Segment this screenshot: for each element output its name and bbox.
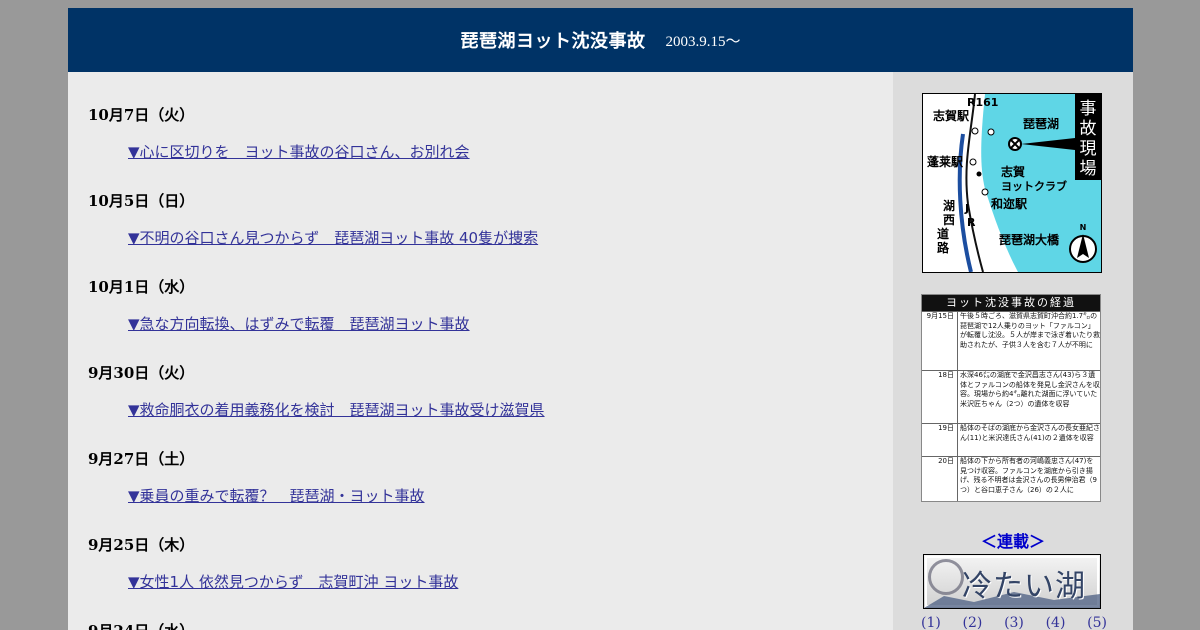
map-label-lake: 琵琶湖 [1023, 116, 1059, 131]
article-list: 10月7日（火） ▼心に区切りを ヨット事故の谷口さん、お別れ会 10月5日（日… [68, 72, 893, 630]
map-label-shiga: 志賀駅 [933, 108, 970, 123]
article-link[interactable]: ▼女性1人 依然見つからず 志賀町沖 ヨット事故 [128, 571, 458, 592]
timeline-text: 水深46㍍の湖底で金沢昌志さん(43)ら３遺体とファルコンの船体を発見し金沢さん… [960, 371, 1100, 408]
page-header: 琵琶湖ヨット沈没事故 2003.9.15～ [68, 8, 1133, 72]
series-pagination: (1) (2) (3) (4) (5) [921, 615, 1107, 630]
map-label-horai: 蓬莱駅 [927, 154, 964, 169]
page-container: 琵琶湖ヨット沈没事故 2003.9.15～ 10月7日（火） ▼心に区切りを ヨ… [68, 8, 1133, 630]
timeline-date: 20日 [922, 457, 958, 501]
map-label-north: N [1080, 223, 1087, 232]
accident-map: 事 故 現 場 R161 志賀駅 琵琶湖 蓬莱駅 志賀 ヨットクラブ 和迩駅 湖… [923, 94, 1101, 272]
map-label-road-4: 路 [937, 240, 950, 255]
timeline-text: 午後５時ごろ、滋賀県志賀町沖合約1.7㌔の琵琶湖で12人乗りのヨット「ファルコン… [960, 312, 1100, 349]
series-page-link[interactable]: (2) [963, 615, 983, 630]
timeline-date: 18日 [922, 371, 958, 423]
map-label-club-1: 志賀 [1001, 164, 1025, 179]
entry-date: 10月1日（水） [88, 278, 195, 296]
page-title: 琵琶湖ヨット沈没事故 [460, 31, 646, 52]
series-label: ＜連載＞ [980, 532, 1045, 551]
banner-title: 冷たい湖 [962, 569, 1086, 604]
map-label-accident-1: 事 [1080, 99, 1097, 119]
timeline-row: 9月15日 午後５時ごろ、滋賀県志賀町沖合約1.7㌔の琵琶湖で12人乗りのヨット… [922, 311, 1100, 370]
article-link[interactable]: ▼乗員の重みで転覆？ 琵琶湖・ヨット事故 [128, 485, 425, 506]
timeline-text: 船体の下から所有者の河嶋義忠さん(47)を見つけ収容。ファルコンを湖底から引き揚… [960, 457, 1097, 494]
timeline-title: ヨット沈没事故の経過 [922, 295, 1100, 311]
map-label-club-2: ヨットクラブ [1001, 179, 1067, 193]
map-label-road-3: 道 [937, 226, 949, 241]
article-link[interactable]: ▼救命胴衣の着用義務化を検討 琵琶湖ヨット事故受け滋賀県 [128, 399, 545, 420]
timeline-date: 9月15日 [922, 312, 958, 370]
map-label-wani: 和迩駅 [990, 196, 1028, 211]
series-page-link[interactable]: (5) [1087, 615, 1107, 630]
series-page-link[interactable]: (1) [921, 615, 941, 630]
timeline-date: 19日 [922, 424, 958, 456]
series-page-link[interactable]: (3) [1004, 615, 1024, 630]
entry-date: 9月24日（水） [88, 620, 194, 630]
map-label-jr-1: J [964, 202, 969, 215]
entry-date: 10月5日（日） [88, 192, 195, 210]
map-label-accident-3: 現 [1080, 139, 1097, 159]
map-label-jr-2: R [967, 216, 976, 229]
date-range: 2003.9.15～ [665, 33, 741, 50]
entry-date: 10月7日（火） [88, 106, 195, 124]
series-banner[interactable]: 冷たい湖 [923, 554, 1101, 609]
timeline-row: 20日 船体の下から所有者の河嶋義忠さん(47)を見つけ収容。ファルコンを湖底か… [922, 456, 1100, 501]
map-label-bridge: 琵琶湖大橋 [999, 232, 1060, 247]
timeline-row: 18日 水深46㍍の湖底で金沢昌志さん(43)ら３遺体とファルコンの船体を発見し… [922, 370, 1100, 423]
timeline-table-link[interactable]: ヨット沈没事故の経過 9月15日 午後５時ごろ、滋賀県志賀町沖合約1.7㌔の琵琶… [921, 294, 1101, 502]
map-label-road-1: 湖 [943, 198, 955, 213]
article-link[interactable]: ▼心に区切りを ヨット事故の谷口さん、お別れ会 [128, 141, 470, 162]
entry-date: 9月30日（火） [88, 364, 195, 382]
accident-map-link[interactable]: 事 故 現 場 R161 志賀駅 琵琶湖 蓬莱駅 志賀 ヨットクラブ 和迩駅 湖… [922, 93, 1102, 273]
timeline-row: 19日 船体のそばの湖底から金沢さんの長女亜紀さん(11)と米沢達氏さん(41)… [922, 423, 1100, 456]
entry-date: 9月27日（土） [88, 450, 195, 468]
article-link[interactable]: ▼不明の谷口さん見つからず 琵琶湖ヨット事故 40隻が捜索 [128, 227, 538, 248]
map-label-accident-4: 場 [1080, 159, 1097, 179]
map-label-road-2: 西 [943, 213, 955, 227]
map-label-accident-2: 故 [1080, 119, 1097, 139]
entry-date: 9月25日（木） [88, 536, 195, 554]
map-label-route: R161 [967, 96, 998, 109]
series-page-link[interactable]: (4) [1046, 615, 1066, 630]
article-link[interactable]: ▼急な方向転換、はずみで転覆 琵琶湖ヨット事故 [128, 313, 470, 334]
timeline-text: 船体のそばの湖底から金沢さんの長女亜紀さん(11)と米沢達氏さん(41)の２遺体… [960, 424, 1100, 442]
sidebar: 事 故 現 場 R161 志賀駅 琵琶湖 蓬莱駅 志賀 ヨットクラブ 和迩駅 湖… [893, 72, 1133, 630]
